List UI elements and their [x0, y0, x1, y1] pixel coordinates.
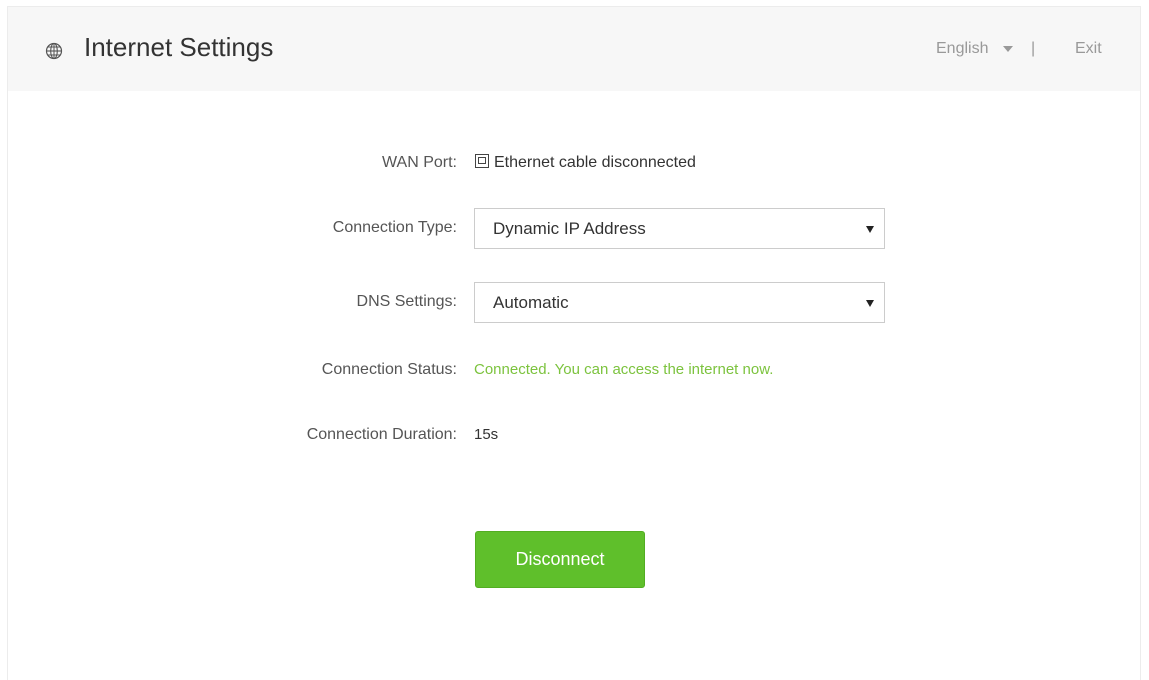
dropdown-arrow-icon — [866, 300, 874, 307]
wan-port-status: Ethernet cable disconnected — [494, 154, 696, 171]
header-separator: | — [1031, 40, 1036, 57]
exit-link[interactable]: Exit — [1075, 39, 1102, 59]
dropdown-arrow-icon — [866, 226, 874, 233]
dns-settings-select[interactable]: Automatic — [474, 282, 885, 323]
chevron-down-icon[interactable] — [1003, 46, 1013, 52]
page-header: Internet Settings English | Exit — [8, 7, 1140, 91]
dns-settings-label: DNS Settings: — [356, 293, 457, 310]
connection-status-label: Connection Status: — [321, 361, 457, 378]
connection-type-value: Dynamic IP Address — [493, 219, 646, 238]
disconnect-button[interactable]: Disconnect — [475, 531, 645, 588]
connection-status-value: Connected. You can access the internet n… — [474, 361, 774, 378]
ethernet-port-icon — [475, 154, 489, 168]
page-title: Internet Settings — [84, 32, 274, 62]
language-selector[interactable]: English — [936, 39, 988, 59]
settings-page: Internet Settings English | Exit WAN Por… — [7, 6, 1141, 680]
connection-duration-label: Connection Duration: — [306, 426, 457, 443]
connection-duration-value: 15s — [474, 426, 499, 443]
connection-type-select[interactable]: Dynamic IP Address — [474, 208, 885, 249]
wan-port-label: WAN Port: — [382, 154, 457, 171]
globe-icon — [45, 42, 63, 60]
connection-type-label: Connection Type: — [332, 219, 457, 236]
dns-settings-value: Automatic — [493, 293, 569, 312]
